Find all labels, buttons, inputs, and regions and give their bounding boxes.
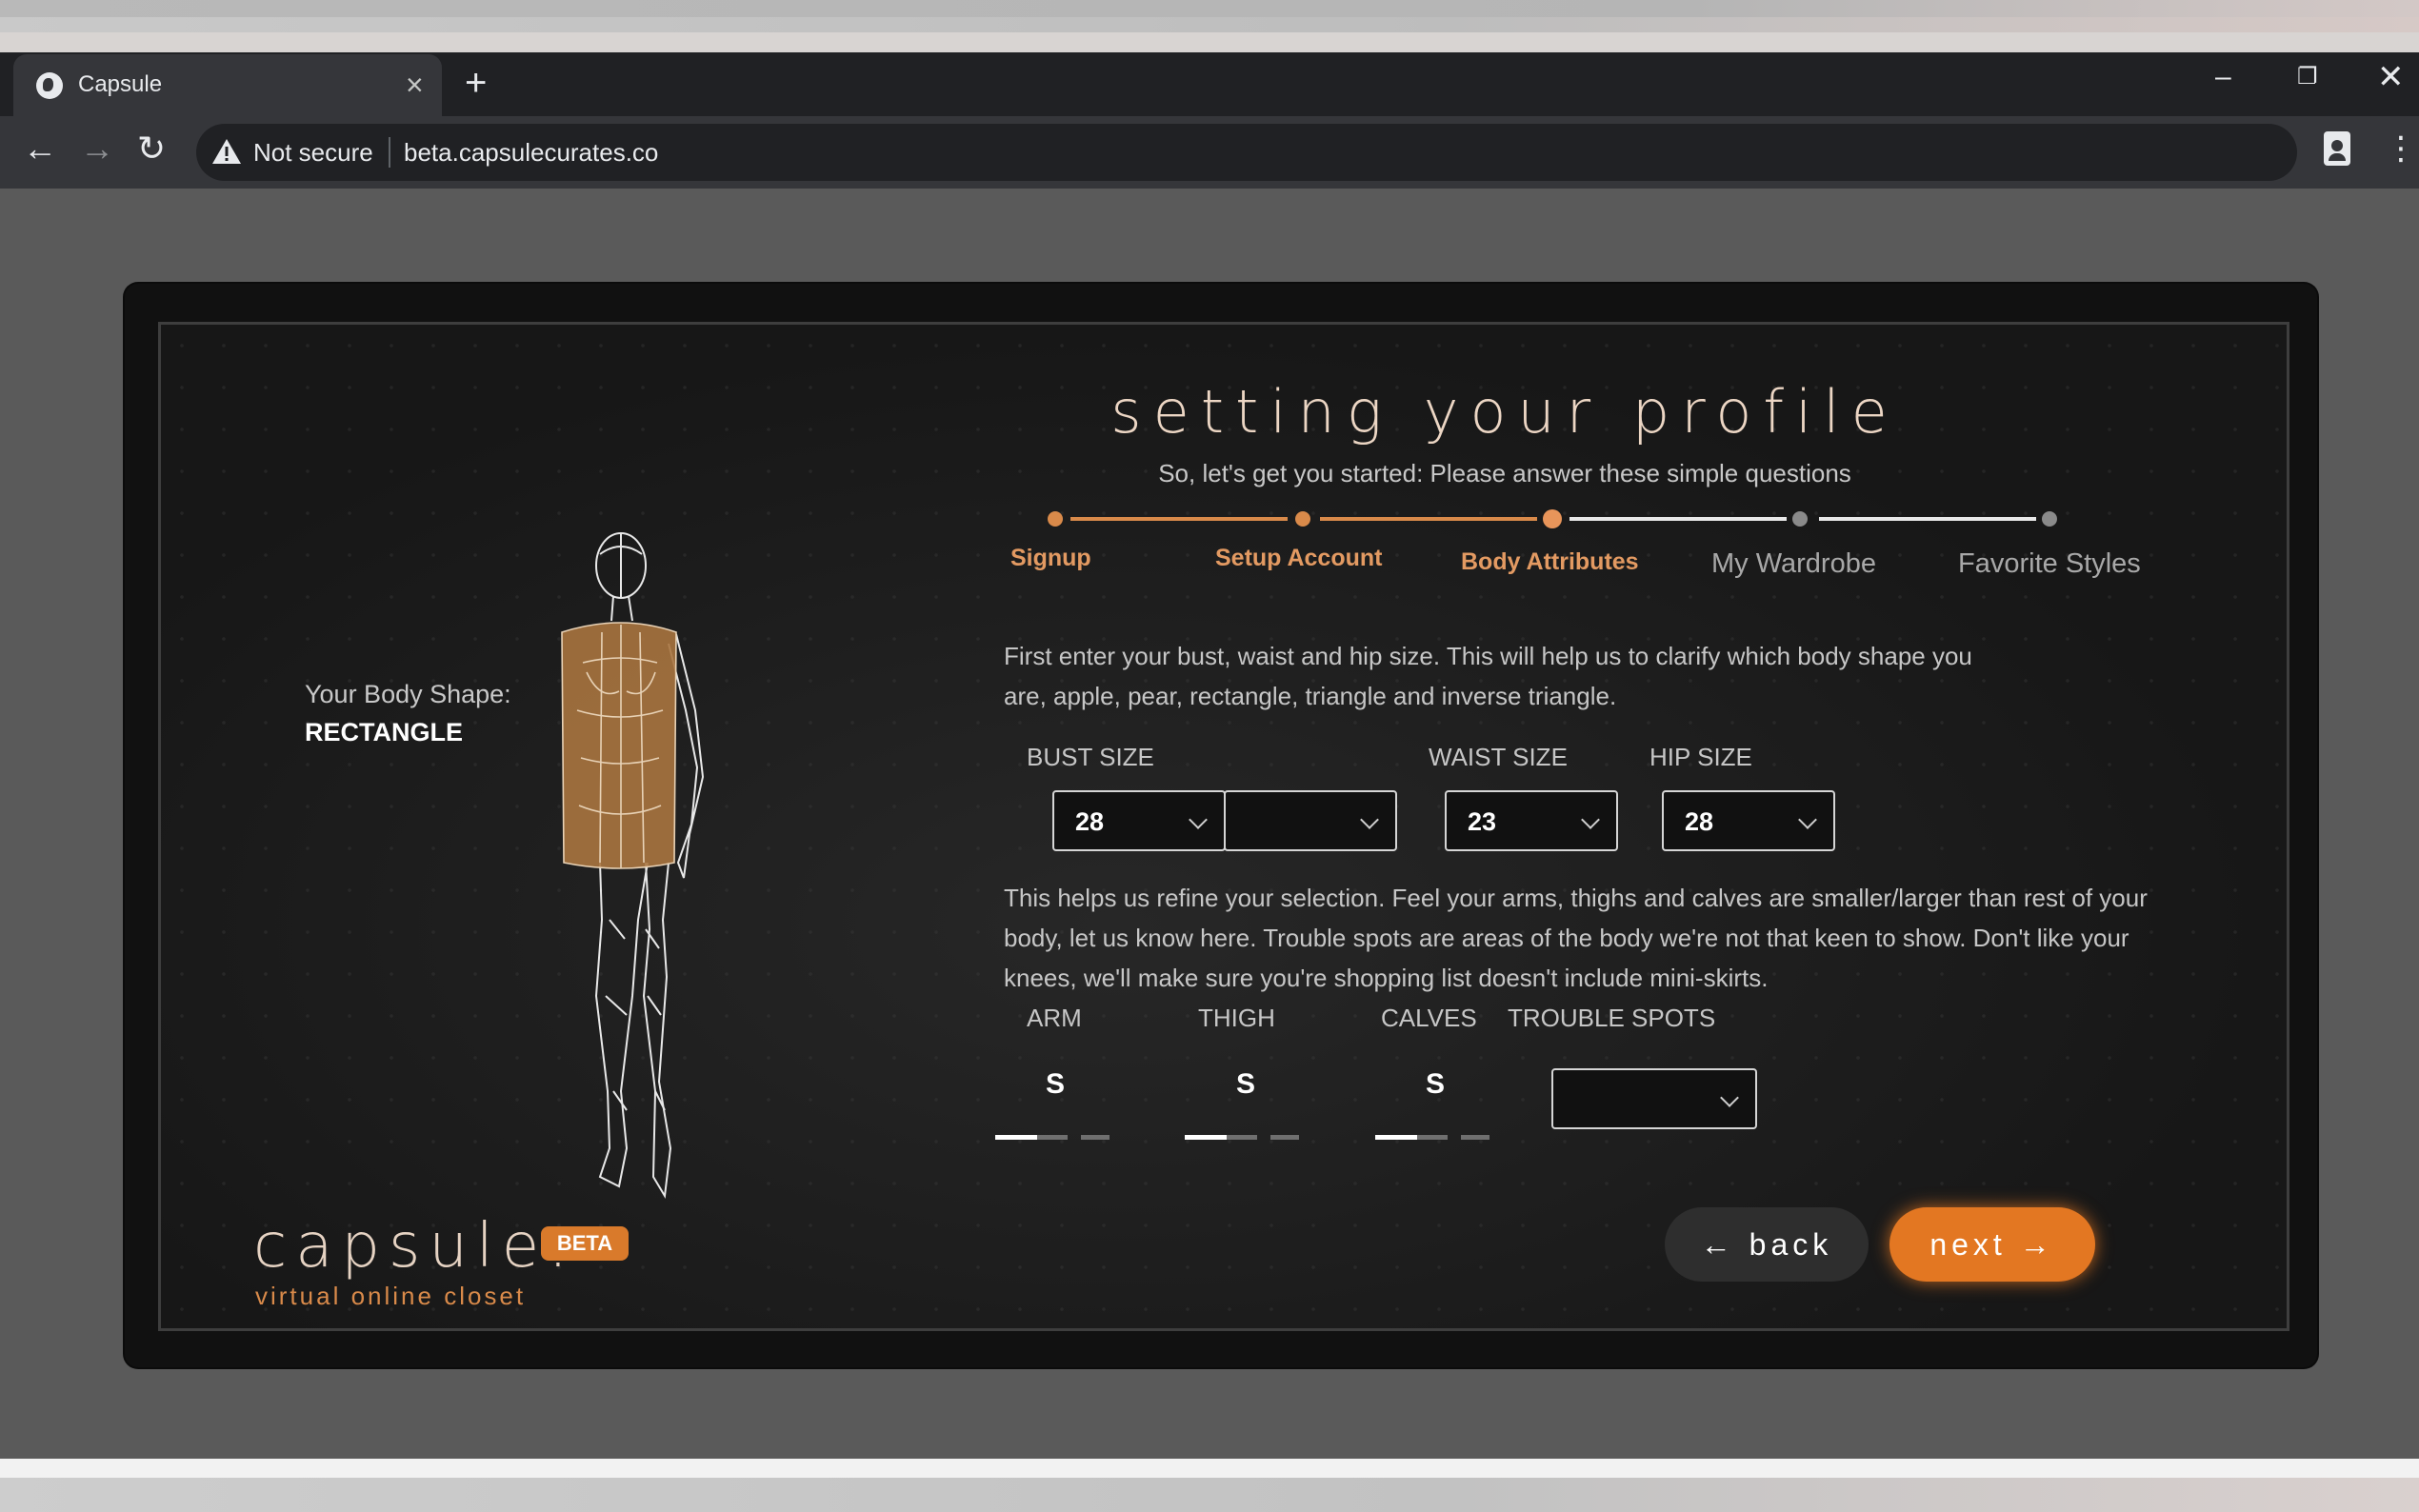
bust-cup-select[interactable] (1224, 790, 1397, 851)
chevron-down-icon (1798, 810, 1817, 829)
step-connector (1070, 517, 1288, 521)
thigh-size-value: S (1236, 1068, 1256, 1100)
chevron-down-icon (1720, 1088, 1739, 1107)
forward-arrow-icon[interactable]: → (80, 129, 114, 168)
tab-close-icon[interactable]: × (406, 66, 424, 104)
trouble-spots-select[interactable] (1551, 1068, 1757, 1129)
new-tab-button[interactable]: + (465, 62, 487, 104)
step-dot-favorite-styles (2042, 511, 2057, 527)
tab-bar: Capsule × + – ❐ ✕ (0, 52, 2419, 116)
next-button[interactable]: next → (1889, 1207, 2095, 1282)
back-button[interactable]: ← back (1665, 1207, 1869, 1282)
bottom-frame (0, 1459, 2419, 1512)
chevron-down-icon (1360, 810, 1379, 829)
waist-size-value: 23 (1468, 807, 1497, 836)
bust-size-select[interactable]: 28 (1052, 790, 1226, 851)
hip-size-label: HIP SIZE (1649, 743, 1752, 771)
beta-badge: BETA (541, 1226, 629, 1261)
arm-label: ARM (1027, 1004, 1082, 1032)
thigh-label: THIGH (1198, 1004, 1275, 1032)
page-title: setting your profile (1110, 377, 1899, 447)
progress-stepper: Signup Setup Account Body Attributes My … (990, 505, 2171, 600)
hip-size-select[interactable]: 28 (1662, 790, 1835, 851)
calves-label: CALVES (1381, 1004, 1477, 1032)
step-label-favorite-styles[interactable]: Favorite Styles (1958, 548, 2141, 580)
step-dot-my-wardrobe (1792, 511, 1808, 527)
step-label-body-attributes[interactable]: Body Attributes (1461, 548, 1639, 576)
step-connector (1569, 517, 1787, 521)
tab-capsule[interactable]: Capsule × (13, 54, 442, 116)
chevron-down-icon (1189, 810, 1208, 829)
waist-size-label: WAIST SIZE (1429, 743, 1568, 771)
browser-toolbar: ← → ↻ Not secure beta.capsulecurates.co … (0, 116, 2419, 189)
body-shape-value: RECTANGLE (305, 718, 463, 746)
step-label-setup-account[interactable]: Setup Account (1215, 545, 1382, 572)
trouble-spots-label: TROUBLE SPOTS (1508, 1004, 1716, 1032)
page-subtitle: So, let's get you started: Please answer… (1158, 459, 1851, 487)
thigh-size-slider[interactable] (1185, 1135, 1299, 1141)
tab-title: Capsule (78, 71, 163, 97)
body-shape-label: Your Body Shape: (305, 680, 511, 708)
step-dot-body-attributes (1543, 509, 1562, 528)
minimize-icon[interactable]: – (2215, 58, 2231, 96)
calves-size-slider[interactable] (1375, 1135, 1489, 1141)
kebab-menu-icon[interactable]: ⋮ (2385, 129, 2417, 168)
security-label[interactable]: Not secure (253, 138, 373, 168)
brand-tagline: virtual online closet (255, 1282, 527, 1310)
globe-icon (36, 72, 63, 99)
hip-size-value: 28 (1685, 807, 1714, 836)
brand-logo: capsule: (253, 1211, 577, 1282)
chevron-down-icon (1581, 810, 1600, 829)
address-separator (389, 137, 390, 168)
step-dot-signup (1048, 511, 1063, 527)
bust-size-label: BUST SIZE (1027, 743, 1154, 771)
profile-icon[interactable] (2324, 131, 2350, 166)
step-dot-setup-account (1295, 511, 1310, 527)
back-arrow-icon[interactable]: ← (23, 129, 57, 168)
restore-icon[interactable]: ❐ (2297, 58, 2318, 96)
browser-chrome: Capsule × + – ❐ ✕ ← → ↻ Not secure beta.… (0, 52, 2419, 189)
step-connector (1320, 517, 1537, 521)
step-label-my-wardrobe[interactable]: My Wardrobe (1711, 548, 1876, 580)
window-close-icon[interactable]: ✕ (2377, 58, 2405, 96)
address-bar[interactable]: Not secure beta.capsulecurates.co (196, 124, 2297, 181)
reload-icon[interactable]: ↻ (137, 129, 166, 168)
refine-text: This helps us refine your selection. Fee… (1004, 884, 2148, 992)
url-text[interactable]: beta.capsulecurates.co (404, 138, 658, 168)
arm-size-value: S (1046, 1068, 1066, 1100)
top-frame (0, 0, 2419, 32)
body-figure-illustration (561, 532, 705, 1200)
waist-size-select[interactable]: 23 (1445, 790, 1618, 851)
warning-icon[interactable] (211, 137, 242, 166)
bust-size-value: 28 (1075, 807, 1105, 836)
step-label-signup[interactable]: Signup (1010, 545, 1091, 572)
arm-size-slider[interactable] (995, 1135, 1110, 1141)
step-connector (1819, 517, 2036, 521)
intro-text: First enter your bust, waist and hip siz… (1004, 642, 1972, 710)
calves-size-value: S (1426, 1068, 1446, 1100)
